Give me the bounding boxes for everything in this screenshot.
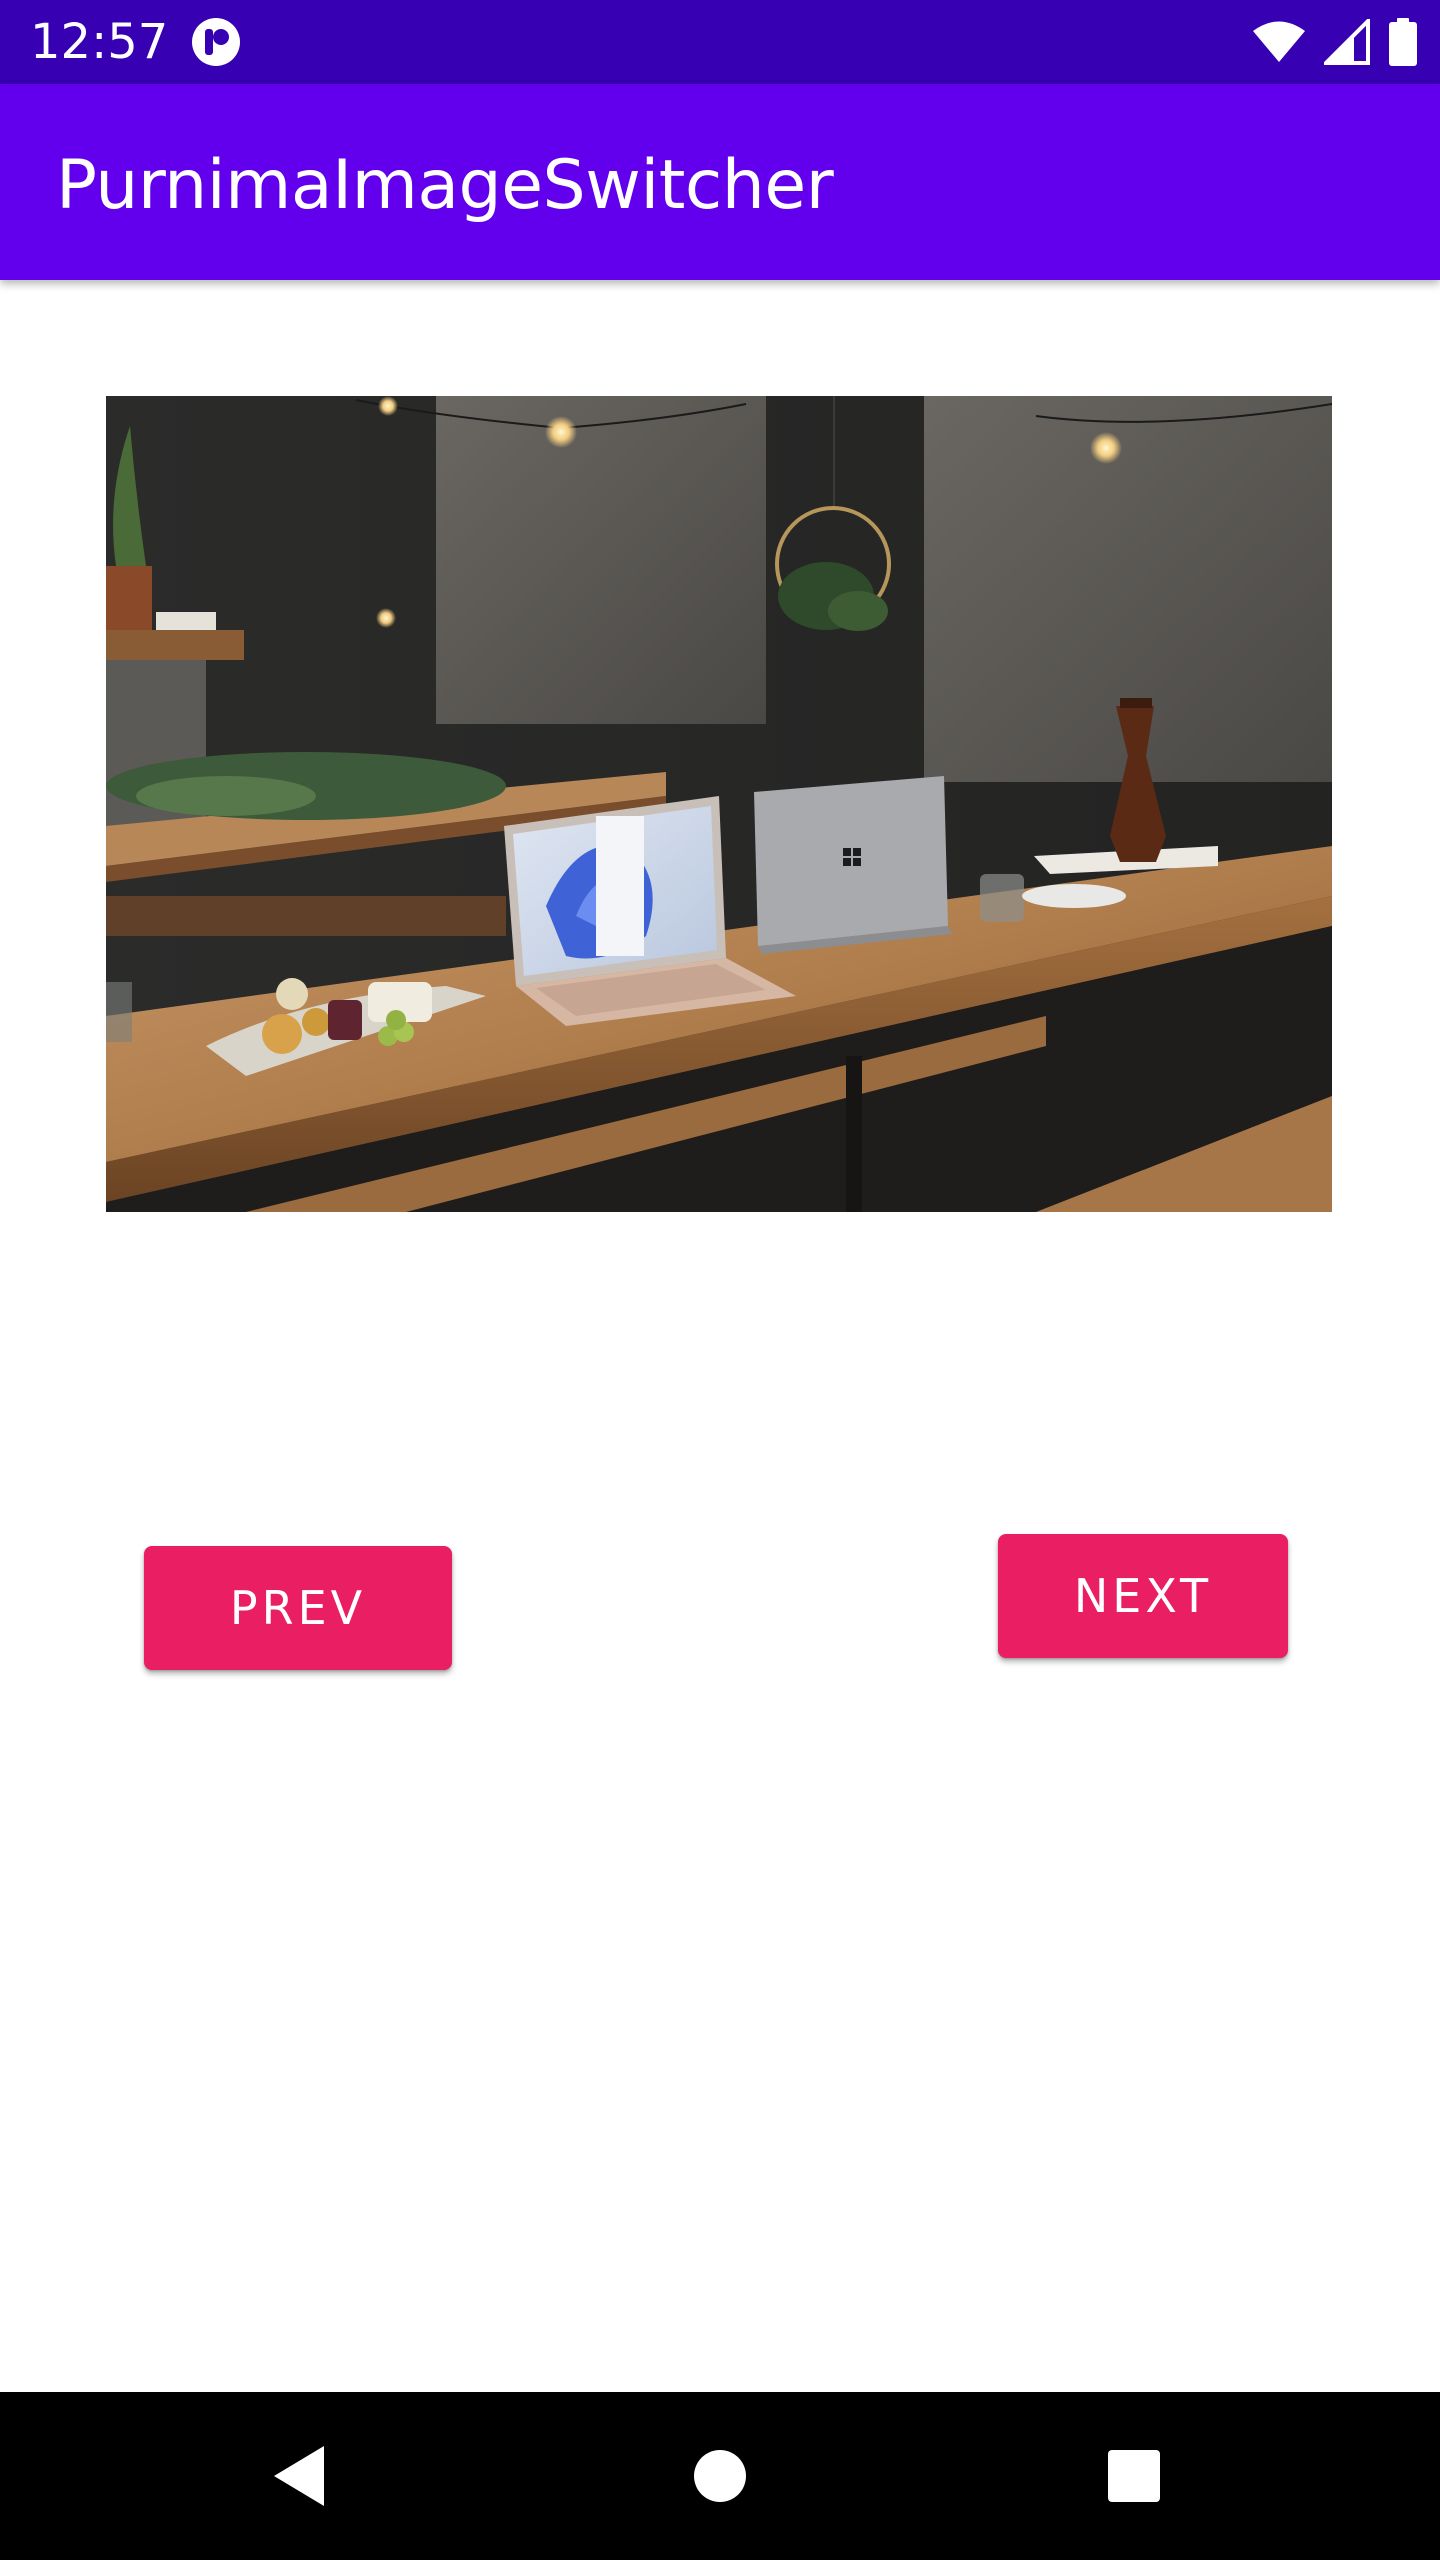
- battery-icon: [1389, 18, 1417, 66]
- image-switcher: [106, 396, 1332, 1212]
- app-bar: PurnimaImageSwitcher: [0, 84, 1440, 280]
- home-button[interactable]: [676, 2432, 764, 2520]
- home-icon: [694, 2450, 746, 2502]
- app-title: PurnimaImageSwitcher: [56, 146, 834, 225]
- navigation-bar: [0, 2392, 1440, 2560]
- recents-icon: [1108, 2450, 1160, 2502]
- recents-button[interactable]: [1090, 2432, 1178, 2520]
- cellular-signal-icon: [1324, 19, 1370, 65]
- status-time: 12:57: [30, 14, 169, 70]
- back-icon: [274, 2446, 324, 2506]
- prev-button[interactable]: PREV: [144, 1546, 452, 1670]
- status-bar: 12:57: [0, 0, 1440, 84]
- laptops-on-wooden-table-photo: [106, 396, 1332, 1212]
- wifi-icon: [1253, 21, 1305, 62]
- back-button[interactable]: [256, 2432, 344, 2520]
- next-button[interactable]: NEXT: [998, 1534, 1288, 1658]
- app-notification-icon: [192, 18, 240, 66]
